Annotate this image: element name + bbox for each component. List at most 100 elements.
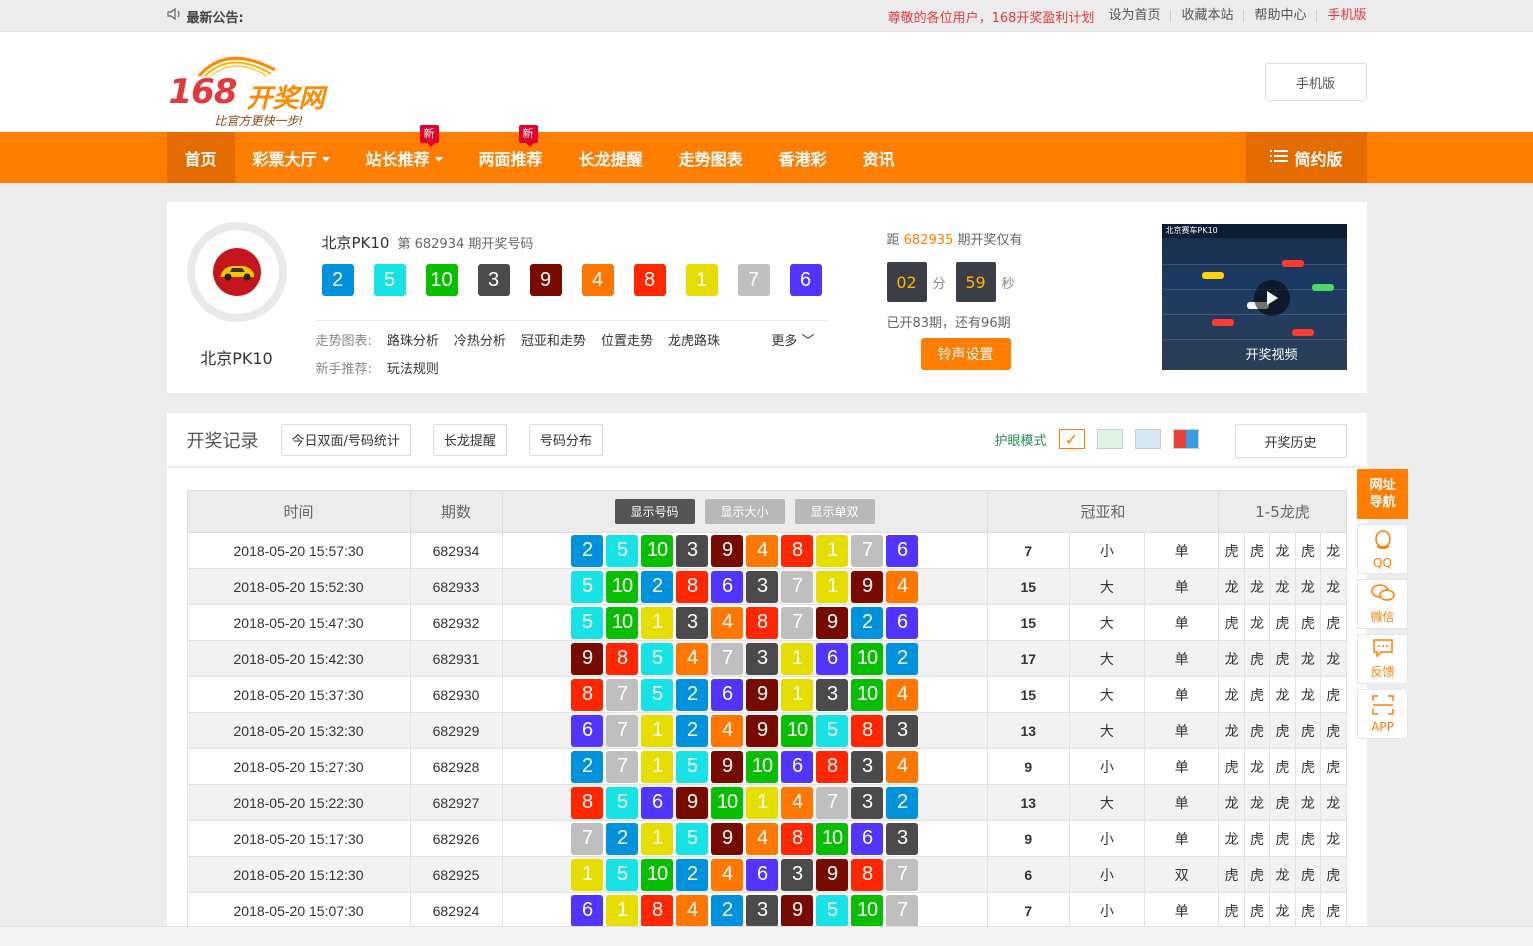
- cell-parity: 单: [1143, 748, 1220, 785]
- eye-mode-green-swatch[interactable]: [1096, 429, 1123, 449]
- eye-mode-default-swatch[interactable]: ✓: [1058, 429, 1085, 449]
- new-badge: 新: [518, 125, 538, 147]
- cell-dragon-tiger: 龙: [1243, 604, 1271, 641]
- number-ball: 9: [676, 786, 708, 819]
- number-ball: 6: [711, 678, 743, 711]
- nav-item-trend-charts[interactable]: 走势图表: [661, 132, 761, 183]
- nav-item-home[interactable]: 首页: [166, 132, 235, 183]
- table-row: 2018-05-20 15:07:30 682924 6 1 8 4 2 3 9 5 10 7 7 小单虎…: [186, 892, 1347, 929]
- number-ball: 1: [641, 750, 673, 783]
- cell-parity: 单: [1143, 640, 1220, 677]
- col-sum: 冠亚和: [986, 490, 1220, 533]
- trend-link-bead[interactable]: 路珠分析: [387, 330, 439, 349]
- trend-link-position[interactable]: 位置走势: [601, 330, 653, 349]
- wechat-icon: [1370, 583, 1395, 606]
- number-ball: 10: [641, 534, 673, 567]
- col-dragon-tiger: 1-5龙虎: [1218, 490, 1347, 533]
- number-ball: 8: [606, 642, 638, 675]
- help-center-link[interactable]: 帮助中心: [1243, 9, 1316, 22]
- countdown-timer: 02 分 59 秒: [886, 262, 1019, 302]
- col-numbers: 显示号码 显示大小 显示单双: [501, 490, 988, 533]
- mobile-version-button[interactable]: 手机版: [1264, 63, 1367, 101]
- cell-dragon-tiger: 虎: [1269, 748, 1296, 785]
- more-link[interactable]: 更多 ﹀: [771, 330, 814, 349]
- cell-dragon-tiger: 虎: [1243, 532, 1271, 569]
- wechat-button[interactable]: 微信: [1357, 579, 1408, 629]
- show-size-button[interactable]: 显示大小: [704, 499, 785, 524]
- nav-item-lottery-hall[interactable]: 彩票大厅: [235, 132, 348, 183]
- cell-sum: 15: [986, 568, 1071, 605]
- cell-dragon-tiger: 龙: [1218, 568, 1245, 605]
- number-ball: 10: [606, 570, 638, 603]
- cell-issue: 682924: [409, 892, 503, 929]
- number-ball: 1: [746, 786, 778, 819]
- eye-mode-label: 护眼模式: [994, 433, 1047, 449]
- number-ball: 2: [606, 822, 638, 855]
- cell-dragon-tiger: 龙: [1243, 784, 1271, 821]
- feedback-button[interactable]: 反馈: [1357, 634, 1408, 684]
- simple-version-button[interactable]: 简约版: [1246, 132, 1367, 183]
- cell-numbers: 9 8 5 4 7 3 1 6 10 2: [501, 640, 988, 677]
- number-ball: 5: [676, 750, 708, 783]
- number-ball: 7: [886, 858, 918, 891]
- nav-item-hk-lottery[interactable]: 香港彩: [761, 132, 845, 183]
- number-ball: 6: [746, 858, 778, 891]
- eye-mode-blue-swatch[interactable]: [1134, 429, 1161, 449]
- cell-dragon-tiger: 龙: [1320, 532, 1347, 569]
- number-ball: 8: [851, 714, 883, 747]
- nav-item-long-dragon[interactable]: 长龙提醒: [561, 132, 661, 183]
- rules-link[interactable]: 玩法规则: [387, 358, 439, 377]
- number-ball: 7: [886, 894, 918, 927]
- nav-item-two-sided[interactable]: 两面推荐新: [461, 125, 561, 183]
- number-ball: 4: [746, 822, 778, 855]
- number-ball: 4: [676, 642, 708, 675]
- ring-settings-button[interactable]: 铃声设置: [920, 338, 1011, 370]
- bookmark-link[interactable]: 收藏本站: [1170, 9, 1243, 22]
- site-logo[interactable]: 168 开奖网 比官方更快一步!: [167, 42, 327, 128]
- site-nav-button[interactable]: 网址 导航: [1357, 469, 1408, 519]
- cell-sum: 9: [986, 820, 1071, 857]
- table-row: 2018-05-20 15:27:30 682928 2 7 1 5 9 10 6 8 3 4 9 小单虎…: [186, 748, 1347, 785]
- result-ball: 1: [685, 264, 718, 296]
- trend-link-sum[interactable]: 冠亚和走势: [521, 330, 586, 349]
- number-ball: 3: [886, 822, 918, 855]
- number-ball: 8: [641, 894, 673, 927]
- number-ball: 4: [711, 714, 743, 747]
- number-ball: 6: [851, 822, 883, 855]
- mobile-version-link[interactable]: 手机版: [1316, 9, 1367, 22]
- set-homepage-link[interactable]: 设为首页: [1108, 9, 1170, 22]
- number-ball: 8: [571, 678, 603, 711]
- race-car-icon: [1201, 272, 1224, 279]
- cell-dragon-tiger: 虎: [1269, 784, 1296, 821]
- announcement-highlight[interactable]: 尊敬的各位用户，168开奖盈利计划: [888, 7, 1095, 26]
- cell-parity: 单: [1143, 676, 1220, 713]
- cell-dragon-tiger: 虎: [1320, 604, 1347, 641]
- cell-dragon-tiger: 虎: [1218, 892, 1245, 929]
- eye-mode-color-swatch[interactable]: [1172, 429, 1199, 449]
- show-parity-button[interactable]: 显示单双: [794, 499, 875, 524]
- cell-time: 2018-05-20 15:47:30: [186, 604, 411, 641]
- tab-long-dragon[interactable]: 长龙提醒: [432, 423, 507, 456]
- number-ball: 1: [641, 822, 673, 855]
- chevron-down-icon: ﹀: [801, 334, 815, 349]
- number-ball: 9: [711, 534, 743, 567]
- cell-dragon-tiger: 虎: [1269, 604, 1296, 641]
- draw-video[interactable]: 北京赛车PK10 开奖视频: [1161, 224, 1347, 370]
- cell-dragon-tiger: 虎: [1243, 712, 1271, 749]
- app-button[interactable]: APP: [1357, 689, 1408, 739]
- nav-item-recommend[interactable]: 站长推荐新: [348, 125, 461, 183]
- cell-dragon-tiger: 龙: [1269, 568, 1296, 605]
- number-ball: 7: [781, 570, 813, 603]
- video-title: 北京赛车PK10: [1161, 224, 1347, 238]
- qq-button[interactable]: QQ: [1357, 524, 1408, 574]
- trend-link-hot-cold[interactable]: 冷热分析: [454, 330, 506, 349]
- nav-item-news[interactable]: 资讯: [845, 132, 913, 183]
- tab-number-distribution[interactable]: 号码分布: [528, 423, 603, 456]
- trend-link-dragon-tiger[interactable]: 龙虎路珠: [668, 330, 720, 349]
- tab-daily-stats[interactable]: 今日双面/号码统计: [280, 423, 411, 456]
- play-icon[interactable]: [1253, 280, 1290, 316]
- number-ball: 9: [746, 678, 778, 711]
- show-numbers-button[interactable]: 显示号码: [614, 499, 695, 524]
- draw-history-button[interactable]: 开奖历史: [1234, 424, 1347, 458]
- number-ball: 10: [641, 858, 673, 891]
